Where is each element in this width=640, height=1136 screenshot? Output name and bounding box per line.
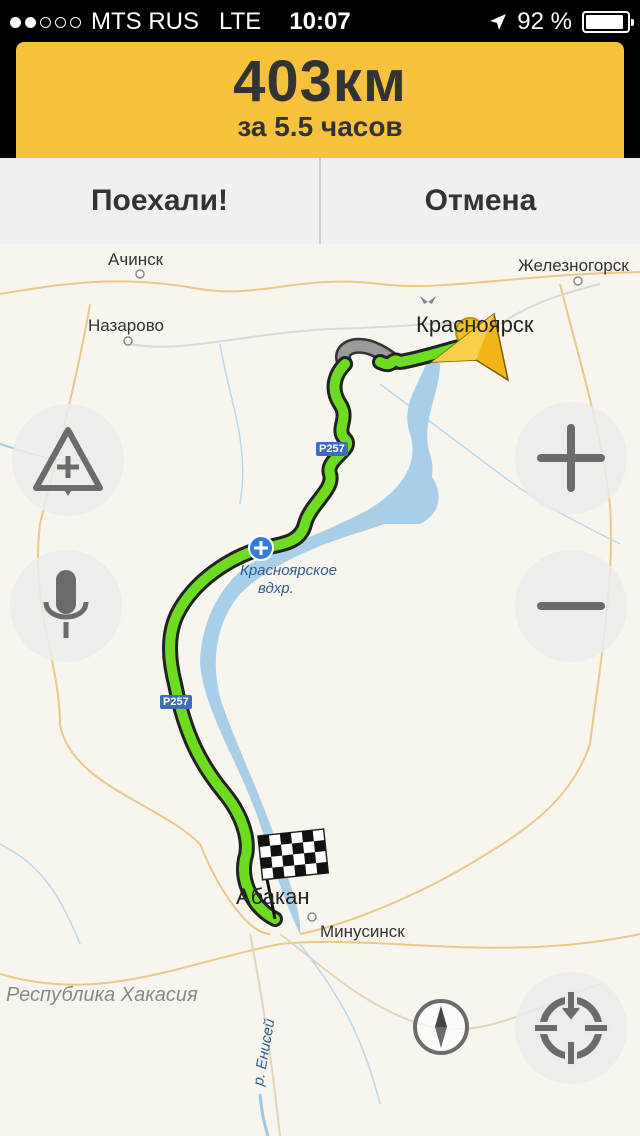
map-label-abakan: Абакан (236, 884, 310, 909)
map-label-reservoir: Красноярское (240, 562, 337, 579)
compass-icon (413, 999, 469, 1055)
map-label-minusinsk: Минусинск (320, 922, 405, 941)
map-label-khakassia: Республика Хакасия (6, 984, 198, 1006)
zoom-in-button[interactable] (515, 402, 627, 514)
microphone-icon (43, 570, 89, 638)
cancel-button[interactable]: Отмена (319, 158, 640, 244)
road-shield: Р257 (316, 442, 348, 456)
zoom-out-button[interactable] (515, 550, 627, 662)
route-distance: 403км (233, 49, 407, 114)
status-right: 92 % (489, 8, 634, 36)
map-view[interactable]: Ачинск Железногорск Назарово Красноярск … (0, 244, 640, 1136)
road-event-triangle-icon (33, 427, 103, 496)
route-duration: за 5.5 часов (237, 111, 403, 142)
go-button[interactable]: Поехали! (0, 158, 319, 244)
status-bar: MTS RUS LTE 10:07 92 % (0, 0, 640, 42)
locate-me-icon (531, 988, 611, 1068)
plus-icon (537, 424, 605, 492)
voice-search-button[interactable] (10, 550, 122, 662)
locate-me-button[interactable] (515, 972, 627, 1084)
road-shield: Р257 (160, 695, 192, 709)
compass-button[interactable] (412, 998, 470, 1056)
battery-percent: 92 % (517, 8, 572, 35)
battery-icon (582, 11, 634, 33)
route-summary-panel: 403км за 5.5 часов (16, 42, 624, 158)
map-label-achinsk: Ачинск (108, 250, 164, 269)
road-event-button[interactable] (12, 404, 124, 516)
route-summary: 403км за 5.5 часов (0, 42, 640, 158)
map-label-krasnoyarsk: Красноярск (416, 312, 534, 337)
map-label-reservoir-suffix: вдхр. (258, 580, 294, 597)
map-label-zheleznogorsk: Железногорск (518, 256, 629, 275)
location-arrow-icon (490, 14, 507, 30)
minus-icon (537, 602, 605, 610)
route-actions: Поехали! Отмена (0, 158, 640, 245)
map-label-nazarovo: Назарово (88, 316, 164, 335)
